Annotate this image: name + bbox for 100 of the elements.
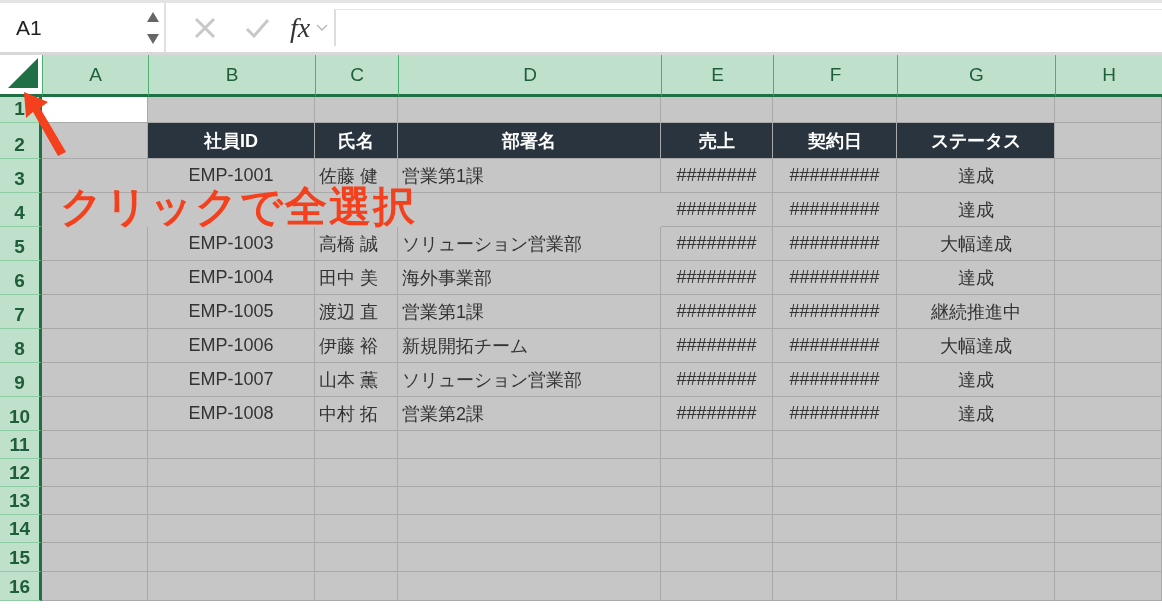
table-cell[interactable]: ######### (773, 193, 897, 227)
empty-cell[interactable] (773, 487, 897, 515)
empty-cell[interactable] (1055, 397, 1162, 431)
table-cell[interactable]: EMP-1006 (148, 329, 315, 363)
table-cell[interactable]: EMP-1007 (148, 363, 315, 397)
column-heading-cell[interactable]: 部署名 (398, 123, 661, 159)
function-button[interactable]: fx (290, 11, 311, 44)
empty-cell[interactable] (1055, 159, 1162, 193)
empty-cell[interactable] (1055, 487, 1162, 515)
caret-icon[interactable] (316, 23, 329, 32)
empty-cell[interactable] (148, 459, 315, 487)
table-cell[interactable]: 継続推進中 (897, 295, 1055, 329)
table-cell[interactable]: ######## (661, 363, 773, 397)
table-cell[interactable]: 高橋 誠 (315, 227, 398, 261)
table-cell[interactable]: EMP-1003 (148, 227, 315, 261)
row-header[interactable]: 6 (0, 261, 42, 295)
table-cell[interactable]: 大幅達成 (897, 329, 1055, 363)
column-header[interactable]: B (148, 55, 315, 97)
empty-cell[interactable] (398, 543, 661, 572)
row-header[interactable]: 5 (0, 227, 42, 261)
empty-cell[interactable] (661, 459, 773, 487)
table-cell[interactable]: ######## (661, 159, 773, 193)
empty-cell[interactable] (897, 543, 1055, 572)
empty-cell[interactable] (148, 543, 315, 572)
table-cell[interactable]: 伊藤 裕 (315, 329, 398, 363)
table-cell[interactable]: ######### (773, 227, 897, 261)
table-cell[interactable]: 達成 (897, 397, 1055, 431)
empty-cell[interactable] (773, 572, 897, 601)
table-cell[interactable]: 山本 薫 (315, 363, 398, 397)
empty-cell[interactable] (661, 487, 773, 515)
table-cell[interactable]: ######### (773, 261, 897, 295)
empty-cell[interactable] (148, 572, 315, 601)
table-cell[interactable]: ######### (773, 397, 897, 431)
empty-cell[interactable] (661, 515, 773, 543)
table-cell[interactable]: 達成 (897, 193, 1055, 227)
table-cell[interactable]: 営業第2課 (398, 397, 661, 431)
active-cell[interactable] (42, 97, 148, 123)
table-cell[interactable]: ######## (661, 295, 773, 329)
column-header[interactable]: E (661, 55, 773, 97)
table-cell[interactable]: 新規開拓チーム (398, 329, 661, 363)
table-cell[interactable]: EMP-1008 (148, 397, 315, 431)
table-cell[interactable]: ソリューション営業部 (398, 227, 661, 261)
table-cell[interactable]: 渡辺 直 (315, 295, 398, 329)
empty-cell[interactable] (148, 515, 315, 543)
select-all-button[interactable] (0, 55, 42, 97)
empty-cell[interactable] (398, 487, 661, 515)
empty-cell[interactable] (315, 515, 398, 543)
empty-cell[interactable] (1055, 97, 1162, 123)
empty-cell[interactable] (897, 459, 1055, 487)
empty-cell[interactable] (1055, 261, 1162, 295)
empty-cell[interactable] (773, 431, 897, 459)
table-cell[interactable]: 田中 美 (315, 261, 398, 295)
table-cell[interactable]: EMP-1004 (148, 261, 315, 295)
empty-cell[interactable] (1055, 515, 1162, 543)
row-header[interactable]: 10 (0, 397, 42, 431)
empty-cell[interactable] (1055, 193, 1162, 227)
empty-cell[interactable] (148, 431, 315, 459)
column-header[interactable]: D (398, 55, 661, 97)
empty-cell[interactable] (315, 431, 398, 459)
empty-cell[interactable] (1055, 329, 1162, 363)
table-cell[interactable]: 中村 拓 (315, 397, 398, 431)
table-cell[interactable]: 大幅達成 (897, 227, 1055, 261)
row-header[interactable]: 13 (0, 487, 42, 515)
empty-cell[interactable] (661, 431, 773, 459)
row-header[interactable]: 11 (0, 431, 42, 459)
empty-cell[interactable] (398, 431, 661, 459)
row-header[interactable]: 12 (0, 459, 42, 487)
column-header[interactable]: G (897, 55, 1055, 97)
column-heading-cell[interactable]: ステータス (897, 123, 1055, 159)
table-cell[interactable]: ######### (773, 363, 897, 397)
table-cell[interactable]: ソリューション営業部 (398, 363, 661, 397)
empty-cell[interactable] (897, 431, 1055, 459)
formula-field[interactable] (334, 9, 1162, 46)
table-cell[interactable]: 達成 (897, 261, 1055, 295)
name-box[interactable]: A1 (0, 3, 166, 52)
column-heading-cell[interactable]: 氏名 (315, 123, 398, 159)
column-heading-cell[interactable]: 売上 (661, 123, 773, 159)
table-cell[interactable]: 達成 (897, 363, 1055, 397)
selected-sheet[interactable] (0, 55, 1162, 601)
table-cell[interactable]: ######## (661, 193, 773, 227)
column-header[interactable]: A (42, 55, 148, 97)
empty-cell[interactable] (773, 543, 897, 572)
table-cell[interactable]: ######## (661, 227, 773, 261)
row-header[interactable]: 4 (0, 193, 42, 227)
table-cell[interactable]: 海外事業部 (398, 261, 661, 295)
empty-cell[interactable] (897, 487, 1055, 515)
empty-cell[interactable] (897, 515, 1055, 543)
empty-cell[interactable] (398, 572, 661, 601)
empty-cell[interactable] (1055, 295, 1162, 329)
empty-cell[interactable] (1055, 572, 1162, 601)
table-cell[interactable]: ######### (773, 329, 897, 363)
table-cell[interactable]: ######### (773, 159, 897, 193)
empty-cell[interactable] (398, 459, 661, 487)
column-heading-cell[interactable]: 社員ID (148, 123, 315, 159)
table-cell[interactable]: ######## (661, 329, 773, 363)
empty-cell[interactable] (1055, 543, 1162, 572)
row-header[interactable]: 16 (0, 572, 42, 601)
empty-cell[interactable] (398, 515, 661, 543)
empty-cell[interactable] (1055, 227, 1162, 261)
row-header[interactable]: 15 (0, 543, 42, 572)
